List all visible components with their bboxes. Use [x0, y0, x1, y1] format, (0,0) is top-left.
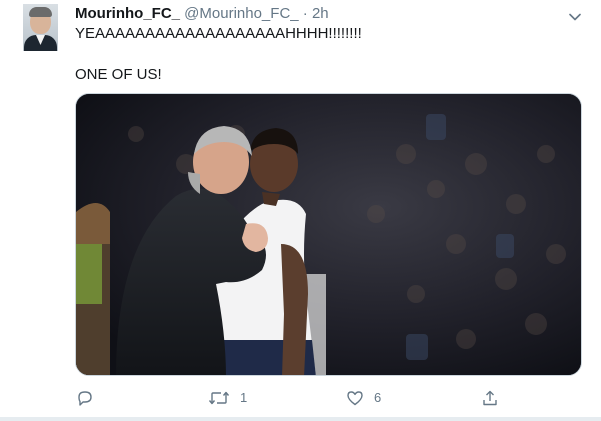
retweet-count: 1: [240, 390, 248, 405]
tweet-photo[interactable]: [75, 93, 582, 376]
tweet-text-line: ONE OF US!: [75, 66, 162, 83]
tweet-header: Mourinho_FC_ @Mourinho_FC_ · 2h: [75, 5, 329, 23]
retweet-button[interactable]: 1: [208, 389, 247, 407]
separator-dot: ·: [302, 5, 308, 22]
share-icon: [481, 389, 499, 407]
timestamp[interactable]: 2h: [312, 5, 329, 22]
heart-icon: [346, 389, 364, 407]
like-count: 6: [374, 390, 382, 405]
reply-icon: [76, 389, 94, 407]
user-handle[interactable]: @Mourinho_FC_: [184, 5, 298, 22]
divider: [0, 417, 601, 421]
like-button[interactable]: 6: [346, 389, 381, 407]
photo-scene: [76, 94, 581, 375]
reply-button[interactable]: [76, 389, 104, 407]
tweet-text-line: YEAAAAAAAAAAAAAAAAAAAHHHH!!!!!!!!: [75, 25, 362, 42]
share-button[interactable]: [481, 389, 499, 407]
avatar[interactable]: [23, 4, 58, 51]
avatar-hair: [29, 7, 52, 17]
chevron-down-icon[interactable]: [569, 9, 581, 21]
display-name[interactable]: Mourinho_FC_: [75, 5, 180, 22]
retweet-icon: [208, 389, 230, 407]
tweet-card[interactable]: Mourinho_FC_ @Mourinho_FC_ · 2h YEAAAAAA…: [0, 0, 601, 417]
